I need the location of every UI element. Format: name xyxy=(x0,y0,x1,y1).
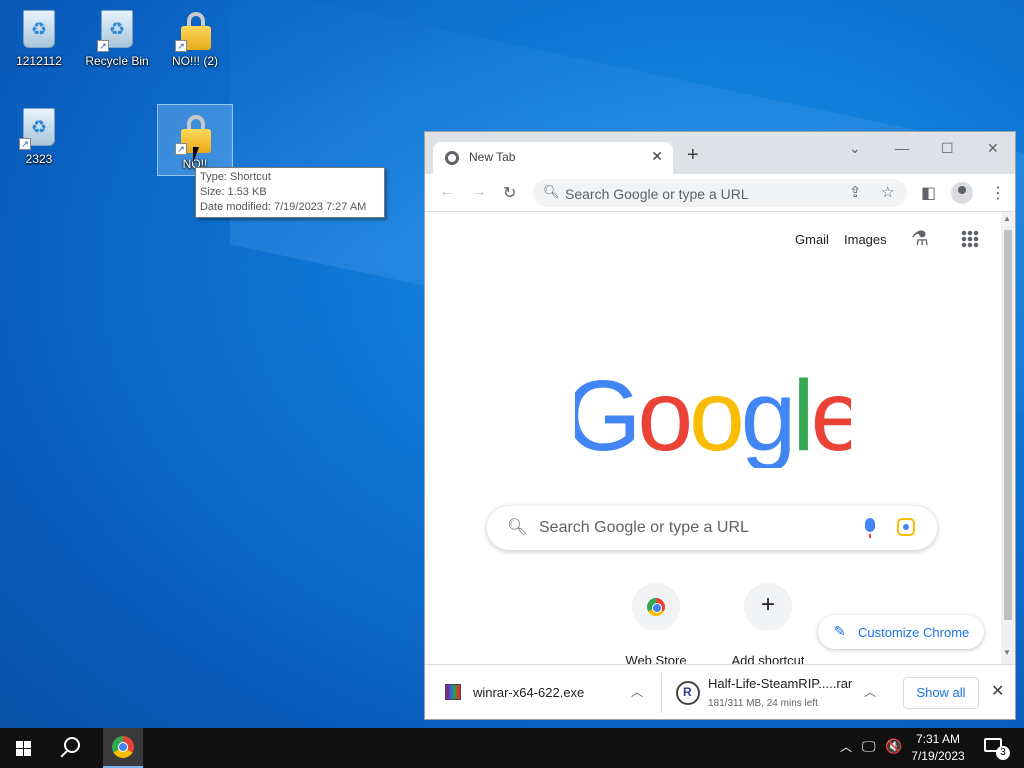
tab-close-icon[interactable]: ✕ xyxy=(651,148,663,165)
voice-search-mic-icon[interactable] xyxy=(865,518,875,538)
desktop-icon-label: NO!!! (2) xyxy=(171,54,218,68)
desktop-icon-no-selected[interactable]: ↗ NO!! xyxy=(157,104,233,176)
scroll-up-arrow-icon[interactable]: ▲ xyxy=(1003,214,1011,223)
logo-letter-1: o xyxy=(638,368,690,468)
chevron-up-icon[interactable]: ︿ xyxy=(864,683,876,700)
clock-date: 7/19/2023 xyxy=(911,749,965,763)
logo-letter-3: g xyxy=(741,368,793,468)
search-box[interactable]: 🔍︎ Search Google or type a URL xyxy=(487,506,937,550)
new-tab-page: Gmail Images ⚗ Google 🔍︎ Search Google o… xyxy=(425,212,1001,668)
network-icon[interactable]: 🖵 xyxy=(862,738,876,755)
share-icon[interactable]: ⇪ xyxy=(849,183,862,201)
taskbar: ︿ 🖵 🔇 7:31 AM 7/19/2023 3 xyxy=(0,728,1024,768)
forward-button[interactable]: → xyxy=(471,183,487,201)
bookmark-star-icon[interactable]: ☆ xyxy=(881,183,894,201)
desktop-icon-no-2[interactable]: ↗ NO!!! (2) xyxy=(157,2,233,74)
logo-letter-4: l xyxy=(792,368,810,468)
svg-text:Google: Google xyxy=(575,368,851,468)
gmail-link[interactable]: Gmail xyxy=(795,232,829,247)
tab-search-chevron-icon[interactable]: ⌄ xyxy=(849,140,861,157)
chrome-favicon-icon xyxy=(445,151,459,165)
close-download-bar-icon[interactable]: ✕ xyxy=(991,681,1004,701)
scroll-down-arrow-icon[interactable]: ▼ xyxy=(1003,648,1011,657)
page-scrollbar[interactable]: ▲ ▼ xyxy=(1001,212,1015,664)
images-link[interactable]: Images xyxy=(844,232,887,247)
tooltip-size: Size: 1.53 KB xyxy=(200,186,267,198)
taskbar-chrome-button[interactable] xyxy=(103,728,143,768)
desktop-icon-recycle-bin[interactable]: ↗ Recycle Bin xyxy=(79,2,155,74)
action-center-icon[interactable]: 3 xyxy=(984,738,1010,760)
search-icon: 🔍︎ xyxy=(507,519,528,536)
download-filename: Half-Life-SteamRIP.....rar xyxy=(708,676,853,691)
title-bar[interactable]: New Tab ✕ + ⌄ — ☐ ✕ xyxy=(425,132,1015,174)
shortcut-add[interactable]: + Add shortcut xyxy=(718,583,818,668)
profile-avatar-icon[interactable] xyxy=(951,182,973,204)
omnibox[interactable]: 🔍︎ Search Google or type a URL ⇪ ☆ xyxy=(533,179,907,207)
notification-count-badge: 3 xyxy=(996,746,1010,760)
plus-icon: + xyxy=(760,591,775,618)
recycle-bin-icon xyxy=(23,10,55,48)
tab-title: New Tab xyxy=(469,150,516,164)
shortcut-arrow-icon: ↗ xyxy=(175,143,187,155)
shortcut-web-store[interactable]: Web Store xyxy=(606,583,706,668)
scrollbar-thumb[interactable] xyxy=(1004,230,1012,620)
minimize-button[interactable]: — xyxy=(895,140,909,156)
customize-label: Customize Chrome xyxy=(858,625,970,640)
reload-button[interactable]: ↻ xyxy=(503,183,516,203)
search-placeholder[interactable]: Search Google or type a URL xyxy=(539,519,749,537)
system-clock[interactable]: 7:31 AM 7/19/2023 xyxy=(900,731,976,765)
tooltip-type: Type: Shortcut xyxy=(200,171,271,183)
download-status: 181/311 MB, 24 mins left xyxy=(708,698,818,709)
tab-new-tab[interactable]: New Tab ✕ xyxy=(433,142,673,174)
desktop-icon-label: 2323 xyxy=(25,152,53,166)
chrome-icon xyxy=(112,736,134,758)
web-store-icon xyxy=(647,598,665,616)
download-filename: winrar-x64-622.exe xyxy=(473,685,585,700)
rar-archive-icon xyxy=(676,681,700,705)
pencil-icon: ✎ xyxy=(834,623,846,639)
google-lens-camera-icon[interactable] xyxy=(897,518,915,536)
file-tooltip: Type: Shortcut Size: 1.53 KB Date modifi… xyxy=(195,167,385,218)
tooltip-modified: Date modified: 7/19/2023 7:27 AM xyxy=(200,201,367,213)
download-item-winrar[interactable]: winrar-x64-622.exe ︿ xyxy=(425,665,661,719)
customize-chrome-button[interactable]: ✎ Customize Chrome xyxy=(818,615,984,649)
new-tab-button[interactable]: + xyxy=(687,144,699,167)
google-logo-svg: Google xyxy=(564,360,867,472)
maximize-button[interactable]: ☐ xyxy=(941,140,954,157)
logo-letter-2: o xyxy=(689,368,741,468)
windows-logo-icon xyxy=(16,741,23,748)
google-logo: Google xyxy=(564,360,867,472)
show-hidden-icons-chevron-icon[interactable]: ︿ xyxy=(840,738,852,755)
chevron-up-icon[interactable]: ︿ xyxy=(631,683,643,700)
start-button[interactable] xyxy=(0,728,48,768)
shortcut-arrow-icon: ↗ xyxy=(19,138,31,150)
taskbar-search-button[interactable] xyxy=(48,728,96,768)
logo-letter-5: e xyxy=(811,368,851,468)
back-button[interactable]: ← xyxy=(439,183,455,201)
shortcut-arrow-icon: ↗ xyxy=(97,40,109,52)
labs-flask-icon[interactable]: ⚗ xyxy=(911,226,929,251)
side-panel-icon[interactable]: ◧ xyxy=(921,183,936,203)
shortcut-arrow-icon: ↗ xyxy=(175,40,187,52)
desktop-icon-label: Recycle Bin xyxy=(85,54,149,68)
menu-kebab-icon[interactable]: ⋮ xyxy=(990,183,1006,203)
google-apps-grid-icon[interactable] xyxy=(961,230,979,248)
desktop-icon-2323[interactable]: ↗ 2323 xyxy=(1,100,77,172)
logo-letter-0: G xyxy=(575,368,638,468)
mouse-cursor-icon xyxy=(193,147,205,163)
show-all-button[interactable]: Show all xyxy=(903,677,979,709)
download-bar: winrar-x64-622.exe ︿ Half-Life-SteamRIP.… xyxy=(425,664,1015,719)
clock-time: 7:31 AM xyxy=(915,732,961,746)
search-icon: 🔍︎ xyxy=(543,184,560,199)
omnibox-placeholder[interactable]: Search Google or type a URL xyxy=(565,186,749,202)
chrome-window: New Tab ✕ + ⌄ — ☐ ✕ ← → ↻ 🔍︎ Search Goog… xyxy=(424,131,1016,720)
winrar-file-icon xyxy=(445,684,461,700)
close-window-button[interactable]: ✕ xyxy=(987,140,999,157)
desktop-icon-label: 1212112 xyxy=(16,54,62,68)
download-item-half-life[interactable]: Half-Life-SteamRIP.....rar 181/311 MB, 2… xyxy=(662,665,882,719)
toolbar: ← → ↻ 🔍︎ Search Google or type a URL ⇪ ☆… xyxy=(425,174,1015,212)
desktop-icon-1212112[interactable]: 1212112 xyxy=(1,2,77,74)
